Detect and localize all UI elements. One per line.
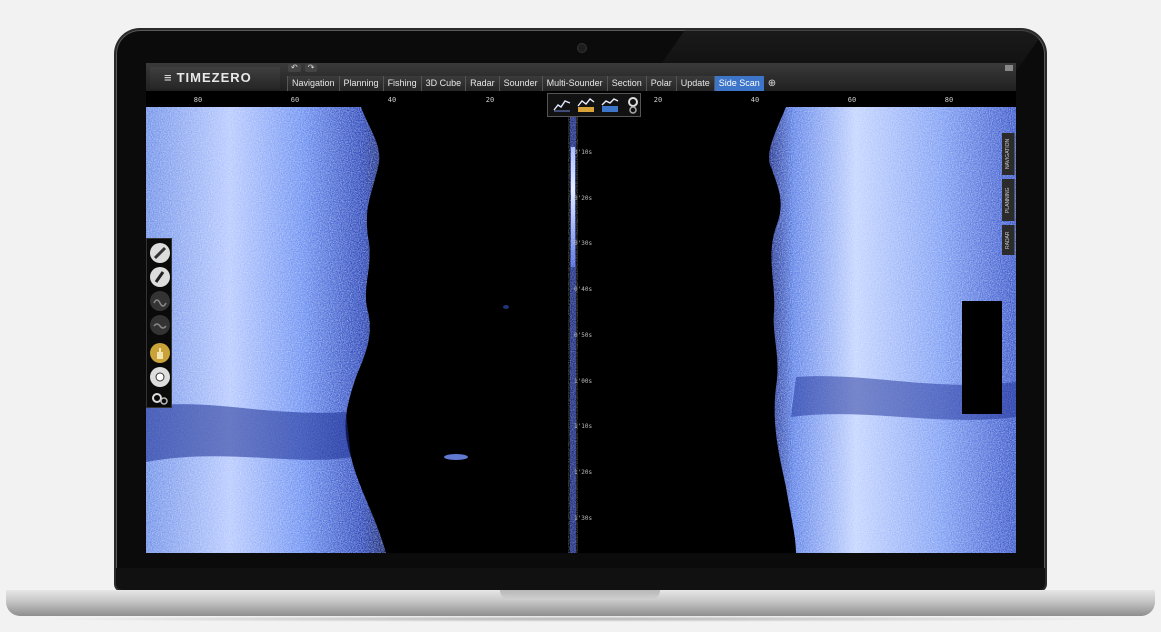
hand-icon[interactable] [150,343,170,363]
window-control-icon[interactable] [1005,65,1013,71]
sonar-target [503,305,509,309]
tab-radar[interactable]: Radar [465,76,499,91]
depth-chart-icon[interactable] [577,96,595,114]
sonar-left-dark-band [146,404,351,462]
workspace-tabs: Navigation Planning Fishing 3D Cube Radar Sou… [287,76,780,91]
depth-time-label: 1'00s [574,377,593,385]
webcam-icon [578,44,586,52]
undo-icon[interactable]: ↶ [288,64,301,72]
side-scan-chart-icon[interactable] [601,96,619,114]
settings-gears-icon[interactable] [625,96,640,114]
record-icon[interactable] [150,367,170,387]
tab-planning[interactable]: Planning [338,76,383,91]
pencil-icon[interactable] [150,243,170,263]
depth-time-label: 1'30s [574,514,593,522]
sonar-target [444,454,468,460]
depth-time-label: 0'50s [574,331,593,339]
ruler-tick-label: 80 [944,96,954,104]
top-bar: ≡ TIMEZERO ↶ ↷ Navigation Planning Fishing 3… [146,63,1016,91]
screen-bezel-bottom [116,568,1045,590]
tab-3d-cube[interactable]: 3D Cube [420,76,466,91]
view-mode-popup [547,93,641,117]
ruler-tick-label: 60 [847,96,857,104]
pen-icon[interactable] [150,267,170,287]
tab-multi-sounder[interactable]: Multi-Sounder [541,76,607,91]
depth-time-label: 0'30s [574,240,593,248]
ruler-tick-label: 40 [750,96,760,104]
side-tab-radar[interactable]: RADAR [1002,225,1015,255]
left-toolbar [146,238,172,408]
tab-navigation[interactable]: Navigation [287,76,339,91]
depth-time-label: 1'20s [574,468,593,476]
tab-side-scan[interactable]: Side Scan [713,76,764,91]
undo-redo-group: ↶ ↷ [288,64,318,72]
side-tab-navigation[interactable]: NAVIGATION [1002,133,1015,175]
sonar-line-icon[interactable] [553,96,571,114]
settings-gears-icon[interactable] [150,389,170,409]
ruler-tick-label: 20 [485,96,495,104]
hamburger-menu-icon[interactable]: ≡ [164,67,173,89]
ruler-tick-label: 40 [387,96,397,104]
laptop-shadow [20,616,1140,622]
logo-text: TIMEZERO [176,70,252,85]
add-tab-icon[interactable]: ⊕ [764,76,780,91]
wave-icon-2[interactable] [150,315,170,335]
app-screen: ≡ TIMEZERO ↶ ↷ Navigation Planning Fishing 3… [146,63,1016,553]
sonar-nadir-noise [568,107,578,553]
sonar-left-bank-noise [146,107,386,553]
tab-section[interactable]: Section [606,76,646,91]
right-panel-block [962,301,1002,414]
ruler-tick-label: 80 [193,96,203,104]
wave-icon[interactable] [150,291,170,311]
tab-polar[interactable]: Polar [645,76,676,91]
ruler-tick-label: 60 [290,96,300,104]
side-tab-planning[interactable]: PLANNING [1002,179,1015,221]
laptop-notch [500,590,660,600]
side-scan-sonar-view[interactable] [146,107,1016,553]
depth-time-label: 0'40s [574,286,593,294]
depth-time-label: 1'10s [574,423,593,431]
tab-update[interactable]: Update [675,76,714,91]
depth-time-label: 0'10s [574,149,593,156]
right-side-tabs: NAVIGATION PLANNING RADAR [1002,133,1015,263]
depth-time-label: 0'20s [574,194,593,202]
app-logo[interactable]: ≡ TIMEZERO [150,67,280,89]
tab-fishing[interactable]: Fishing [382,76,421,91]
redo-icon[interactable]: ↷ [304,64,318,72]
tab-sounder[interactable]: Sounder [498,76,542,91]
ruler-tick-label: 20 [653,96,663,104]
